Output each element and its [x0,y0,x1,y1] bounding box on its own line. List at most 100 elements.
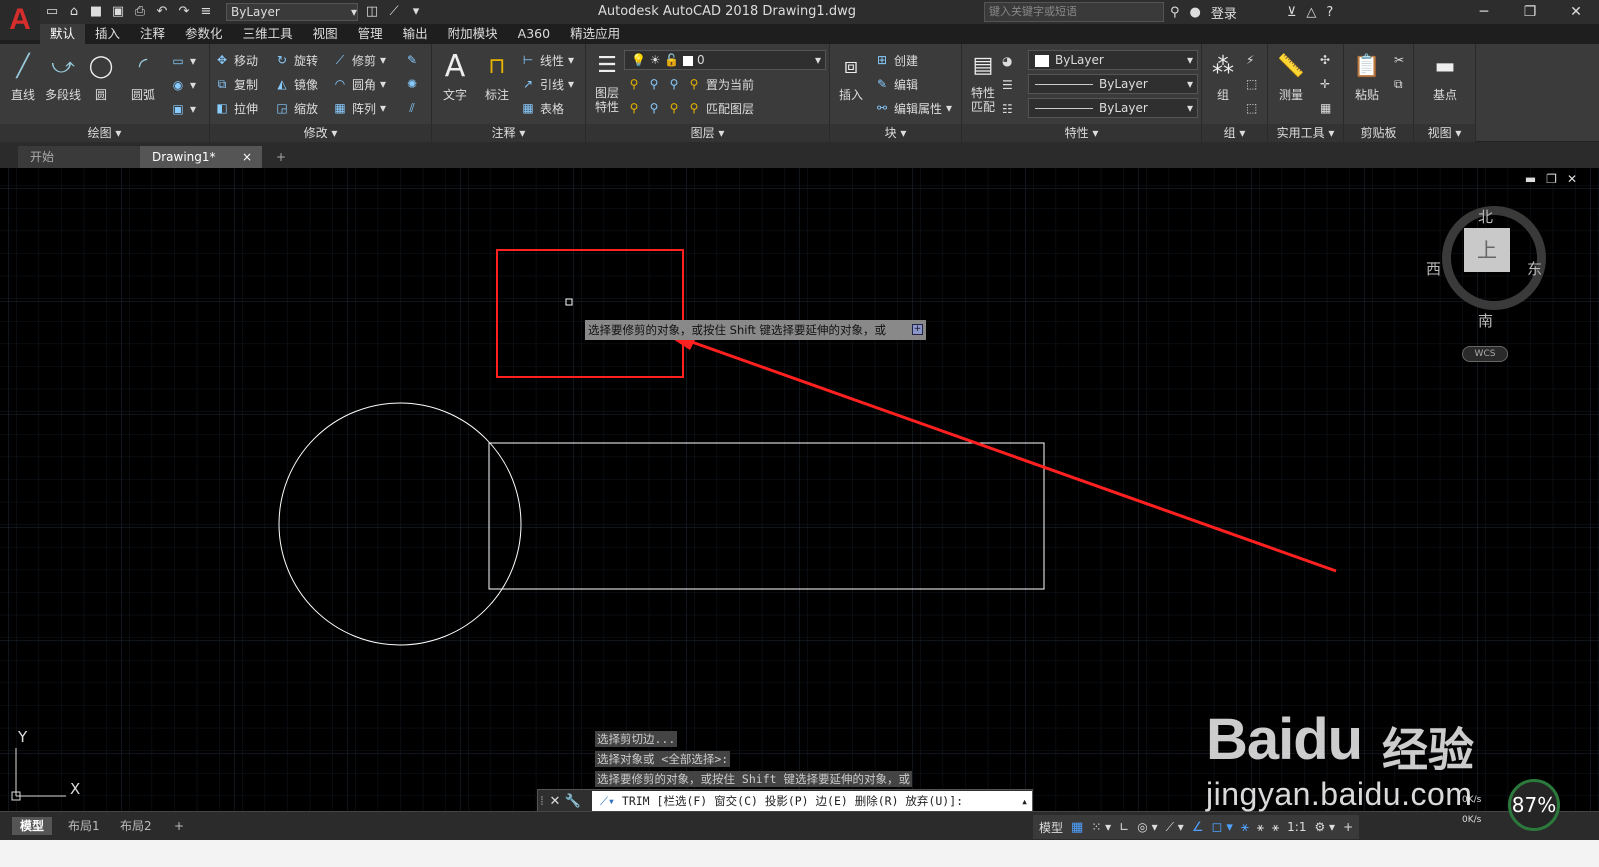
ribbon-tab[interactable]: 附加模块 [438,24,508,44]
minimize-icon[interactable]: ─ [1461,0,1507,24]
cart-icon[interactable]: ⊻ [1287,5,1297,20]
linetype-icon[interactable]: ⟋ [386,4,402,20]
array-button[interactable]: ▦ 阵列 ▾ [332,99,386,117]
insert-button[interactable]: ⧈ 插入 [832,50,870,103]
mirror-button[interactable]: ◭ 镜像 [274,75,318,93]
scale-value[interactable]: 1:1 [1287,820,1306,834]
start-tab[interactable]: 开始 [18,146,142,168]
layout-tab[interactable]: 布局1 [60,817,108,835]
close-viewport-icon[interactable]: ✕ [1567,172,1577,186]
close-icon[interactable]: ✕ [1553,0,1599,24]
hatch-tool[interactable]: ◉ ▾ [170,76,196,94]
leader-button[interactable]: ↗ 引线 ▾ [520,75,574,93]
arc-button[interactable]: ◜ 圆弧 [124,50,162,103]
workspace-gear-icon[interactable]: ⚙ ▾ [1314,820,1335,834]
circle-button[interactable]: ◯ 圆 [82,50,120,103]
rectangle-tool[interactable]: ▭ ▾ [170,52,196,70]
linetype-dropdown[interactable]: ByLayer ▾ [1028,74,1198,94]
user-icon[interactable]: ● [1190,5,1201,20]
polyline-button[interactable]: ⤻ 多段线 [42,50,84,103]
viewcube-west[interactable]: 西 [1426,258,1441,279]
ribbon-tab[interactable]: 插入 [85,24,130,44]
close-tab-icon[interactable]: × [242,146,252,168]
restore-viewport-icon[interactable]: ❐ [1546,172,1557,186]
snap-icon[interactable]: ⁙ ▾ [1091,820,1111,834]
viewcube-east[interactable]: 东 [1527,258,1542,279]
erase-button[interactable]: ✎ [404,51,420,69]
model-space-toggle[interactable]: 模型 [1039,819,1063,836]
scale-button[interactable]: ◲ 缩放 [274,99,318,117]
linear-button[interactable]: ⊢ 线性 ▾ [520,51,574,69]
quick-layer-select[interactable]: ByLayer ▾ [226,3,358,21]
maximize-icon[interactable]: ❐ [1507,0,1553,24]
measure-button[interactable]: 📏 测量 [1272,50,1310,103]
open-icon[interactable]: ⌂ [66,4,82,20]
save-as-icon[interactable]: ▣ [110,4,126,20]
table-button[interactable]: ▦ 表格 [520,99,564,117]
utilities-panel-label[interactable]: 实用工具 ▾ [1268,124,1343,142]
create-block-button[interactable]: ⊞ 创建 [874,51,918,69]
login-link[interactable]: 登录 [1211,3,1237,22]
polar-icon[interactable]: ◎ ▾ [1137,820,1157,834]
text-button[interactable]: A 文字 [436,49,474,103]
viewcube-top-face[interactable]: 上 [1464,228,1510,272]
autocad-logo-button[interactable]: A [0,0,40,40]
line-button[interactable]: ╱ 直线 [4,50,42,103]
explode-button[interactable]: ✺ [404,75,420,93]
layer-list-icon[interactable]: ≡ [198,4,214,20]
a360-icon[interactable]: △ [1306,5,1316,20]
ribbon-tab[interactable]: 输出 [393,24,438,44]
copy-button[interactable]: ⧉ 复制 [214,75,258,93]
copy-clip-icon[interactable]: ⧉ [1394,75,1403,93]
wcs-menu[interactable]: WCS [1462,346,1508,362]
quick-select-icon[interactable]: ✣ [1320,51,1330,69]
add-icon[interactable]: + [1343,820,1353,834]
grid-icon[interactable]: ▦ [1071,820,1083,835]
group-select-icon[interactable]: ⬚ [1246,99,1257,117]
close-command-icon[interactable]: ✕ [546,794,564,809]
minimize-viewport-icon[interactable]: ▬ [1525,172,1536,186]
groups-panel-label[interactable]: 组 ▾ [1202,124,1267,142]
properties-panel-label[interactable]: 特性 ▾ [962,124,1201,142]
paste-button[interactable]: 📋 粘贴 [1348,50,1386,103]
clipboard-panel-label[interactable]: 剪贴板 [1344,124,1413,142]
customize-icon[interactable]: ▾ [408,4,424,20]
trim-button[interactable]: ⟋ 修剪 ▾ [332,51,386,69]
stretch-button[interactable]: ◧ 拉伸 [214,99,258,117]
viewcube[interactable]: 上 北 南 西 东 [1426,192,1554,342]
viewcube-north[interactable]: 北 [1478,206,1493,227]
ribbon-tab[interactable]: 注释 [130,24,175,44]
annotation-panel-label[interactable]: 注释 ▾ [432,124,585,142]
calculator-icon[interactable]: ▦ [1320,99,1331,117]
help-icon[interactable]: ? [1326,5,1333,20]
layer-tools-row1[interactable]: ⚲ ⚲ ⚲ ⚲ 置为当前 [626,75,754,93]
point-icon[interactable]: ✛ [1320,75,1330,93]
ribbon-tab[interactable]: 三维工具 [233,24,303,44]
ribbon-tab[interactable]: 参数化 [175,24,233,44]
new-tab-button[interactable]: + [270,146,292,168]
layer-tools-row2[interactable]: ⚲ ⚲ ⚲ ⚲ 匹配图层 [626,99,754,117]
layout-tab[interactable]: 模型 [12,817,53,835]
history-toggle-icon[interactable]: ▴ [1021,791,1028,811]
drawing-tab[interactable]: Drawing1* × [140,146,262,168]
dimension-button[interactable]: ⊓ 标注 [478,50,516,103]
linetype-list-icon[interactable]: ☰ [1002,76,1013,94]
layer-tool-icon[interactable]: ◫ [364,4,380,20]
move-button[interactable]: ✥ 移动 [214,51,258,69]
edit-attributes-button[interactable]: ⚯ 编辑属性 ▾ [874,99,952,117]
lineweight-list-icon[interactable]: ☷ [1002,100,1013,118]
edit-block-button[interactable]: ✎ 编辑 [874,75,918,93]
color-dropdown[interactable]: ByLayer ▾ [1028,50,1198,70]
fillet-button[interactable]: ◠ 圆角 ▾ [332,75,386,93]
command-input[interactable]: ⟋▾ TRIM [栏选(F) 窗交(C) 投影(P) 边(E) 删除(R) 放弃… [592,791,1032,811]
cut-icon[interactable]: ✂ [1394,51,1404,69]
region-tool[interactable]: ▣ ▾ [170,100,196,118]
isodraft-icon[interactable]: ⟋ ▾ [1166,820,1184,835]
group-button[interactable]: ⁂ 组 [1204,50,1242,103]
layer-dropdown[interactable]: 💡 ☀ 🔓 0 ▾ [624,50,826,70]
match-properties-button[interactable]: ▤ 特性 匹配 [964,50,1002,115]
layout-tab[interactable]: 布局2 [112,817,160,835]
ribbon-tab[interactable]: A360 [508,24,560,44]
ungroup-icon[interactable]: ⚡ [1246,51,1254,69]
search-input[interactable]: 键入关键字或短语 [984,2,1164,22]
